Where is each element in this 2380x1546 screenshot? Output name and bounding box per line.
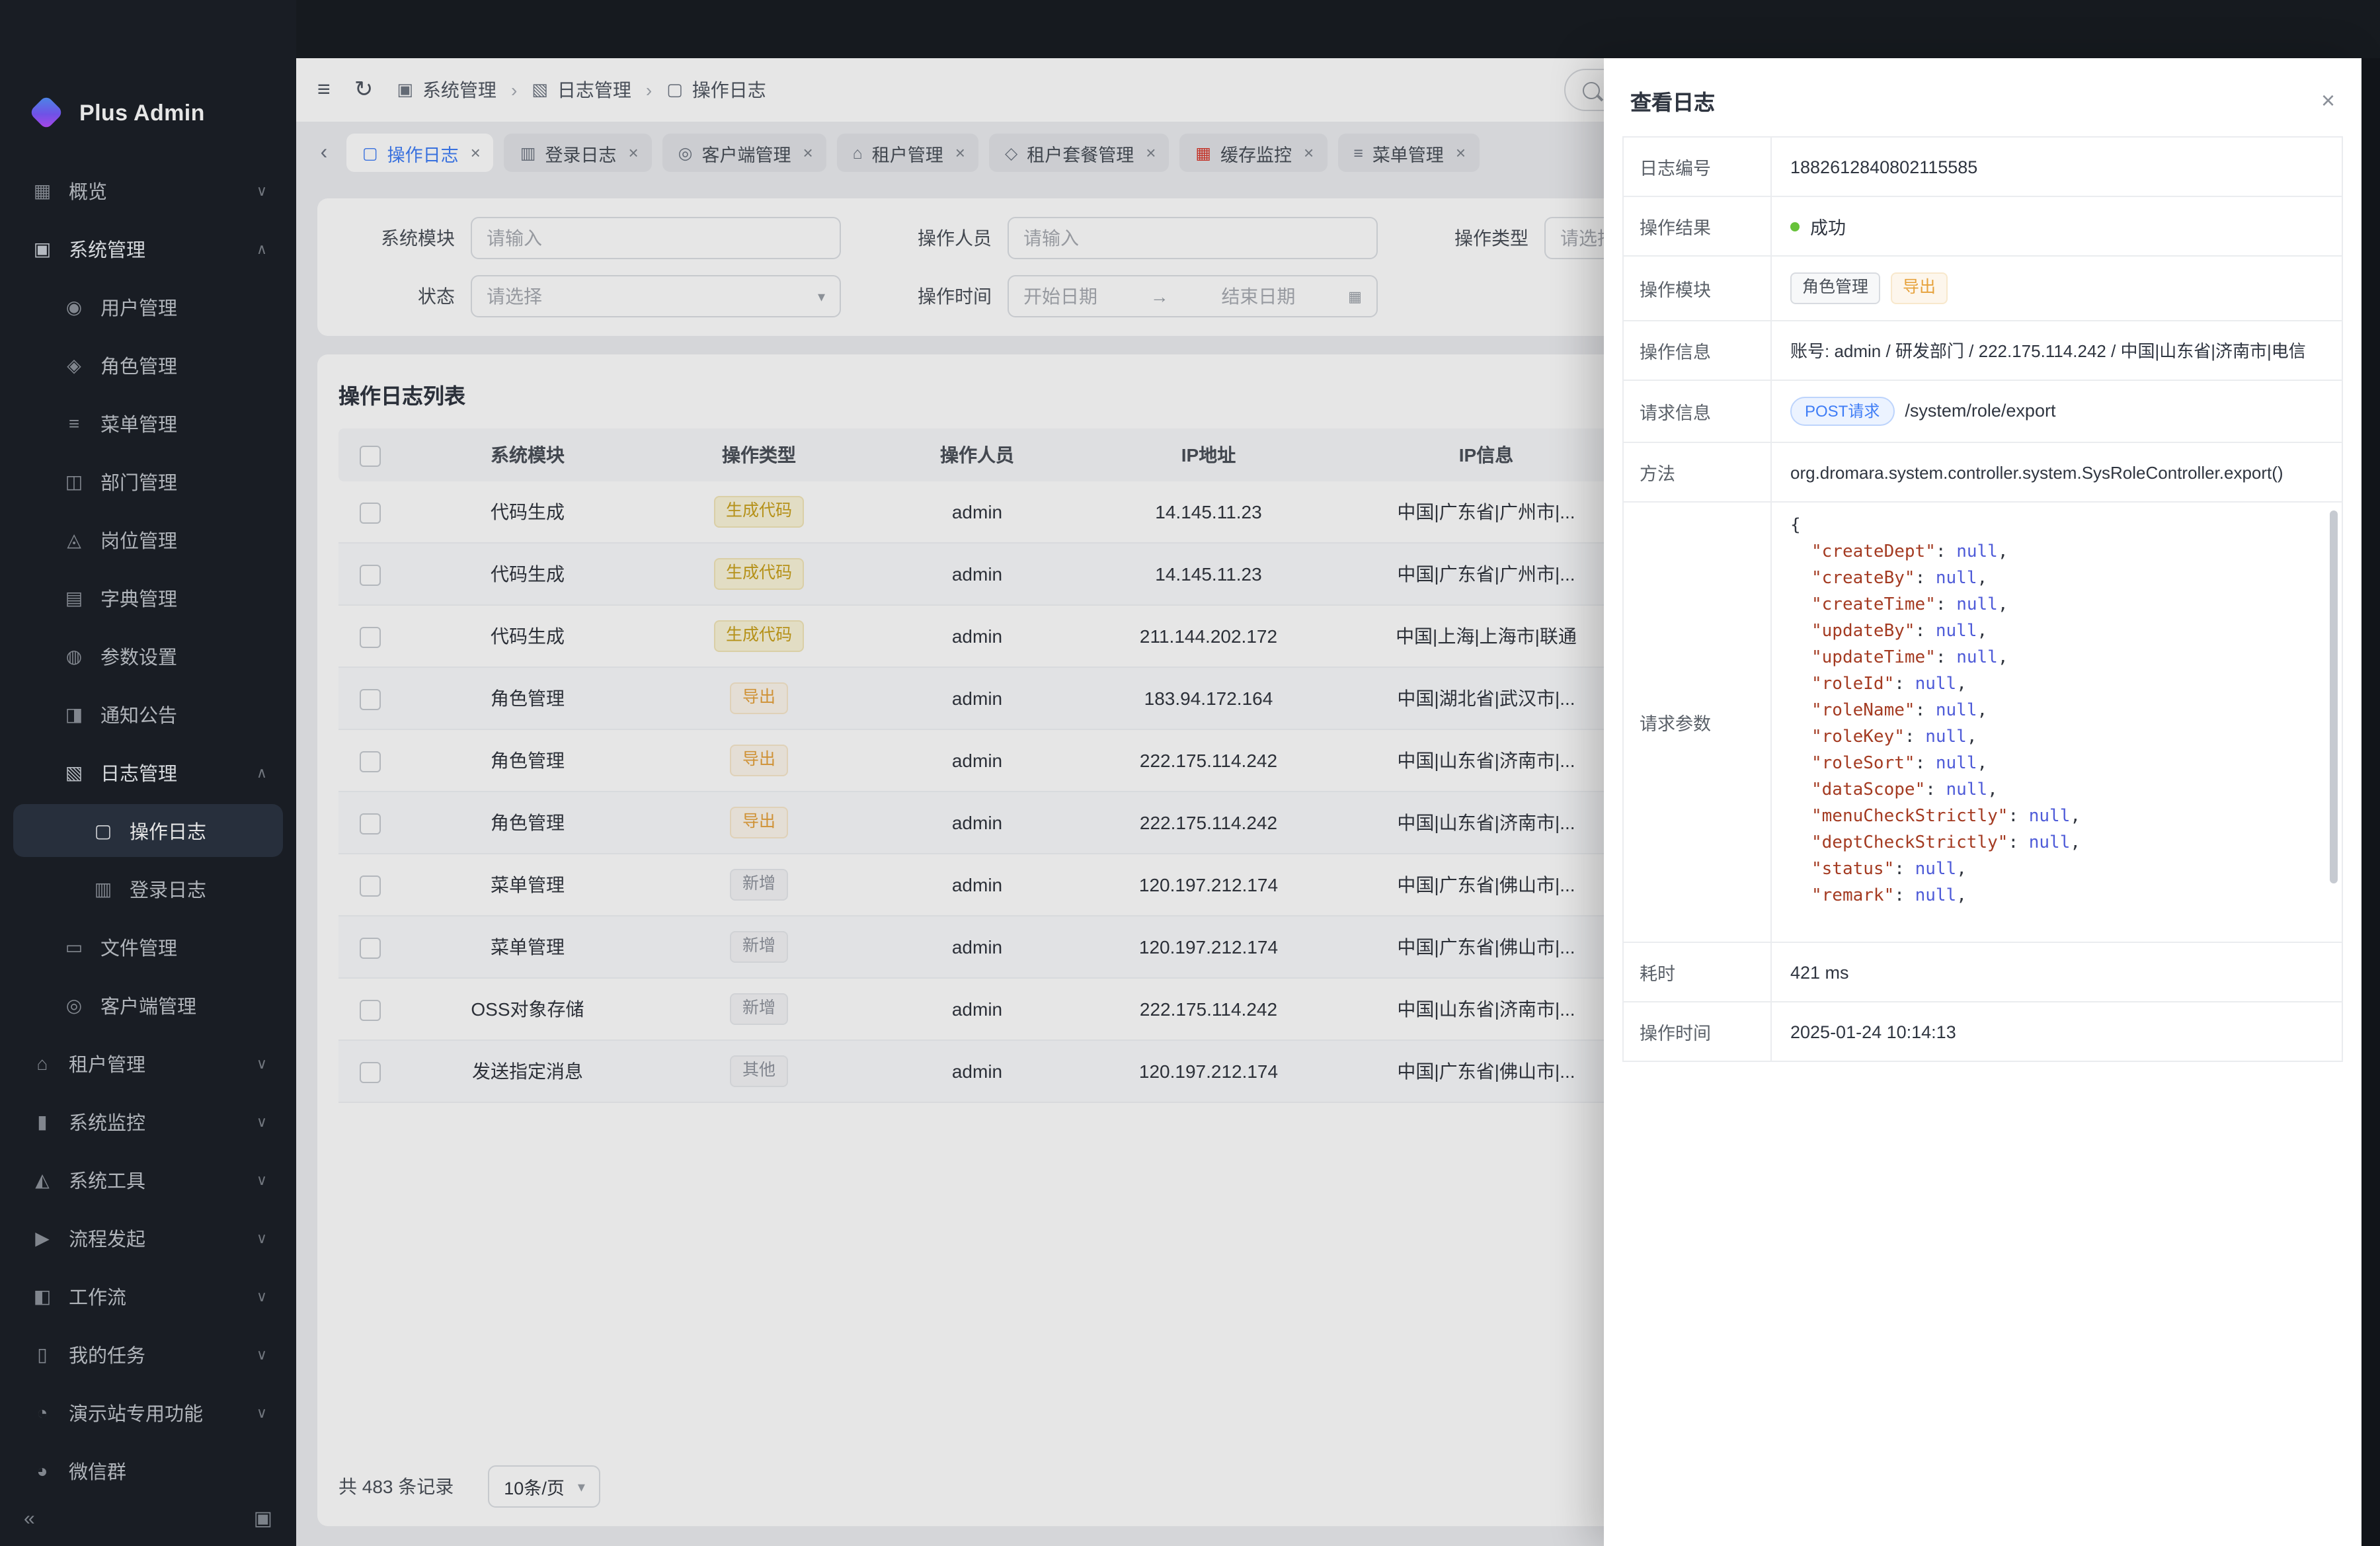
success-status-dot: [1790, 222, 1800, 231]
close-icon[interactable]: ×: [2321, 89, 2335, 112]
detail-row-info: 操作信息 账号: admin / 研发部门 / 222.175.114.242 …: [1624, 321, 2342, 380]
json-line: dataScope: null,: [1790, 778, 2323, 805]
json-line: menuCheckStrictly: null,: [1790, 805, 2323, 831]
json-line: createTime: null,: [1790, 593, 2323, 620]
detail-row-params: 请求参数 { createDept: null, createBy: null,: [1624, 503, 2342, 944]
detail-row-module: 操作模块 角色管理 导出: [1624, 257, 2342, 321]
params-lines: createDept: null, createBy: null, create…: [1790, 540, 2323, 911]
result-value: 成功: [1810, 213, 1846, 239]
json-line: roleId: null,: [1790, 672, 2323, 699]
detail-row-method: 方法 org.dromara.system.controller.system.…: [1624, 444, 2342, 503]
detail-row-request: 请求信息 POST请求 /system/role/export: [1624, 380, 2342, 444]
method-value: org.dromara.system.controller.system.Sys…: [1772, 444, 2342, 502]
module-tags: 角色管理 导出: [1772, 257, 2342, 319]
drawer-title: 查看日志: [1630, 85, 1715, 116]
screen: Plus Admin ▦ 概览 ▣ 系统管理 ◉ 用户管理: [0, 0, 2380, 1546]
json-line: roleName: null,: [1790, 699, 2323, 725]
operation-time-value: 2025-01-24 10:14:13: [1772, 1003, 2342, 1061]
json-line: updateTime: null,: [1790, 646, 2323, 672]
json-line: updateBy: null,: [1790, 620, 2323, 646]
json-line: status: null,: [1790, 858, 2323, 884]
detail-row-log-id: 日志编号 1882612840802115585: [1624, 138, 2342, 197]
detail-row-duration: 耗时 421 ms: [1624, 944, 2342, 1003]
log-id-value: 1882612840802115585: [1772, 138, 2342, 196]
module-tag: 导出: [1891, 272, 1948, 304]
duration-value: 421 ms: [1772, 944, 2342, 1002]
log-detail-table: 日志编号 1882612840802115585 操作结果 成功 操作模块 角色…: [1622, 136, 2343, 1063]
json-line: deptCheckStrictly: null,: [1790, 831, 2323, 858]
post-method-tag: POST请求: [1790, 396, 1894, 427]
json-line: remark: null,: [1790, 884, 2323, 911]
detail-row-result: 操作结果 成功: [1624, 197, 2342, 257]
log-detail-drawer: 查看日志 × 日志编号 1882612840802115585 操作结果 成功 …: [1604, 58, 2361, 1546]
module-tag: 角色管理: [1790, 272, 1880, 304]
json-line: roleKey: null,: [1790, 725, 2323, 752]
code-scrollbar-thumb[interactable]: [2330, 511, 2338, 884]
request-url: /system/role/export: [1905, 401, 2055, 421]
detail-row-time: 操作时间 2025-01-24 10:14:13: [1624, 1003, 2342, 1061]
json-line: createDept: null,: [1790, 540, 2323, 567]
operation-info-value: 账号: admin / 研发部门 / 222.175.114.242 / 中国|…: [1772, 321, 2342, 379]
request-params-code: { createDept: null, createBy: null,: [1772, 503, 2342, 942]
drawer-header: 查看日志 ×: [1604, 58, 2361, 136]
json-line: createBy: null,: [1790, 567, 2323, 593]
json-line: roleSort: null,: [1790, 752, 2323, 778]
